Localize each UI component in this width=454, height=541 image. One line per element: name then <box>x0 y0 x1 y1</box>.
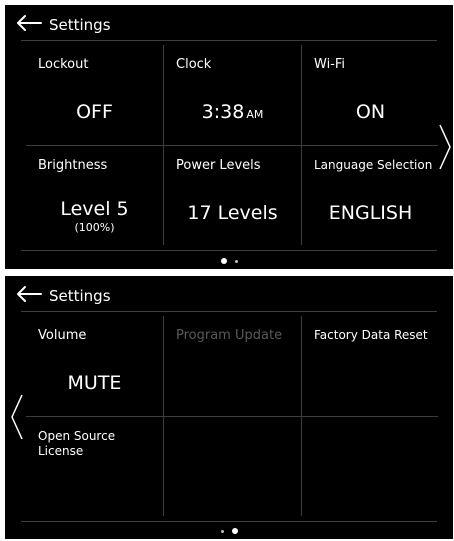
arrow-left-icon[interactable] <box>15 14 43 32</box>
page-indicator <box>5 528 453 538</box>
footer-divider <box>21 250 437 251</box>
chevron-right-icon[interactable] <box>437 123 453 171</box>
factory-reset-setting[interactable]: Factory Data Reset <box>302 316 439 416</box>
clock-setting[interactable]: Clock 3:38 AM <box>164 45 301 145</box>
page-dot-2[interactable] <box>234 259 238 263</box>
settings-screen-page-1: Settings Lockout OFF Clock 3:38 AM Wi-Fi … <box>5 5 453 269</box>
page-indicator <box>5 258 453 268</box>
power-levels-setting[interactable]: Power Levels 17 Levels <box>164 146 301 246</box>
program-update-setting: Program Update <box>164 316 301 416</box>
setting-label: Program Update <box>176 328 283 343</box>
page-title: Settings <box>49 287 111 305</box>
clock-ampm: AM <box>246 108 264 121</box>
header-divider <box>21 311 437 312</box>
page-dot-1[interactable] <box>220 529 224 533</box>
setting-value: ENGLISH <box>328 202 413 224</box>
settings-screen-page-2: Settings Volume MUTE Program Update Fact… <box>5 276 453 539</box>
setting-label: Open Source License <box>38 429 116 458</box>
language-setting[interactable]: Language Selection ENGLISH <box>302 146 439 246</box>
header-divider <box>21 40 437 41</box>
setting-label: Clock <box>176 57 212 72</box>
header: Settings <box>5 276 453 312</box>
setting-label: Wi-Fi <box>314 57 346 72</box>
arrow-left-icon[interactable] <box>15 285 43 303</box>
setting-value: MUTE <box>67 372 122 394</box>
setting-value: ON <box>355 101 386 123</box>
page-title: Settings <box>49 16 111 34</box>
footer-divider <box>21 521 437 522</box>
setting-label: Volume <box>38 328 87 343</box>
wifi-setting[interactable]: Wi-Fi ON <box>302 45 439 145</box>
chevron-left-icon[interactable] <box>9 393 25 441</box>
setting-subvalue: (100%) <box>74 221 115 234</box>
lockout-setting[interactable]: Lockout OFF <box>26 45 163 145</box>
setting-value: OFF <box>76 101 113 123</box>
brightness-setting[interactable]: Brightness Level 5 (100%) <box>26 146 163 246</box>
setting-value: Level 5 <box>60 198 129 220</box>
setting-label: Language Selection <box>314 158 433 172</box>
setting-label: Power Levels <box>176 158 261 173</box>
page-dot-1[interactable] <box>220 258 227 264</box>
setting-label: Lockout <box>38 57 89 72</box>
header: Settings <box>5 5 453 41</box>
setting-label: Factory Data Reset <box>314 328 428 342</box>
open-source-license-setting[interactable]: Open Source License <box>26 417 163 517</box>
setting-value: 17 Levels <box>187 202 278 224</box>
setting-value: 3:38 AM <box>164 101 301 126</box>
volume-setting[interactable]: Volume MUTE <box>26 316 163 416</box>
clock-time: 3:38 <box>201 101 245 123</box>
setting-label: Brightness <box>38 158 108 173</box>
page-dot-2[interactable] <box>231 528 238 534</box>
